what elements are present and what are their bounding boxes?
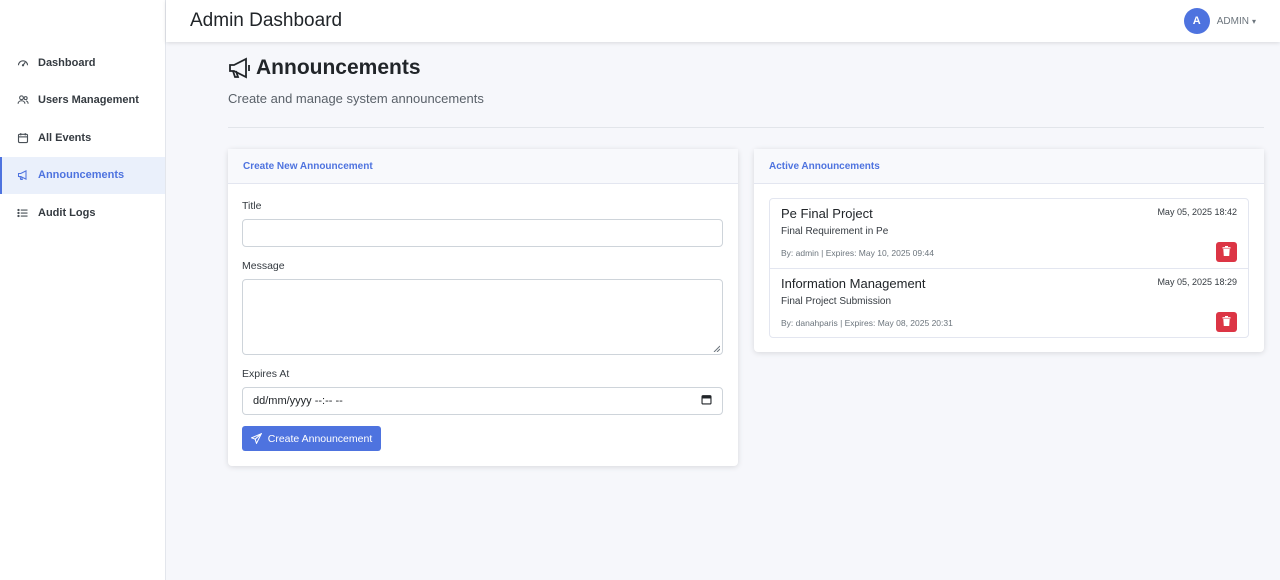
sidebar-item-label: Announcements [38, 169, 125, 182]
trash-icon [1222, 243, 1231, 261]
announcement-message: Final Project Submission [781, 296, 892, 307]
announcement-meta: By: admin | Expires: May 10, 2025 09:44 [781, 248, 934, 258]
topbar: Admin Dashboard A ADMIN ▾ [166, 0, 1280, 42]
calendar-icon [16, 131, 30, 145]
sidebar-item-announcements[interactable]: Announcements [0, 156, 165, 194]
resize-grip-icon[interactable] [713, 345, 720, 352]
announcement-date: May 05, 2025 18:42 [1157, 207, 1237, 217]
page-title-text: Announcements [256, 56, 421, 79]
delete-announcement-button[interactable] [1216, 242, 1237, 262]
create-announcement-button[interactable]: Create Announcement [242, 426, 381, 451]
users-icon [16, 93, 30, 107]
list-item: Information Management May 05, 2025 18:2… [770, 268, 1248, 337]
paper-plane-icon [250, 433, 262, 444]
megaphone-icon [228, 57, 252, 79]
message-textarea[interactable] [242, 279, 723, 355]
announcement-title: Information Management [781, 276, 926, 291]
sidebar-item-all-events[interactable]: All Events [0, 119, 165, 157]
title-label: Title [242, 200, 262, 212]
sidebar-item-dashboard[interactable]: Dashboard [0, 44, 165, 82]
create-announcement-card: Create New Announcement Title Message Ex… [228, 149, 738, 466]
sidebar-item-label: Dashboard [38, 56, 96, 69]
create-announcement-label: Create Announcement [267, 432, 373, 445]
active-announcements-card: Active Announcements Pe Final Project Ma… [754, 149, 1264, 352]
sidebar-item-users-management[interactable]: Users Management [0, 82, 165, 120]
sidebar: Dashboard Users Management All Events An… [0, 0, 166, 580]
list-item: Pe Final Project May 05, 2025 18:42 Fina… [770, 199, 1248, 268]
caret-down-icon: ▾ [1251, 16, 1256, 26]
divider [228, 127, 1264, 128]
announcement-message: Final Requirement in Pe [781, 226, 889, 237]
expires-label: Expires At [242, 368, 290, 380]
announcement-meta: By: danahparis | Expires: May 08, 2025 2… [781, 318, 953, 328]
app-title: Admin Dashboard [190, 10, 343, 31]
expires-datetime-input[interactable]: dd/mm/yyyy --:-- -- [242, 387, 723, 415]
sidebar-item-audit-logs[interactable]: Audit Logs [0, 194, 165, 232]
announcement-form: Title Message Expires At dd/mm/yyyy --:-… [228, 200, 738, 451]
announcement-title: Pe Final Project [781, 206, 873, 221]
gauge-icon [16, 56, 30, 70]
list-icon [16, 206, 30, 220]
page-subtitle: Create and manage system announcements [228, 91, 484, 106]
title-input[interactable] [242, 219, 723, 247]
message-label: Message [242, 260, 285, 272]
calendar-icon[interactable] [701, 394, 712, 408]
sidebar-nav: Dashboard Users Management All Events An… [0, 44, 165, 232]
expires-placeholder: dd/mm/yyyy --:-- -- [253, 395, 343, 407]
avatar: A [1183, 8, 1210, 34]
page-header: Announcements Create and manage system a… [228, 56, 1264, 106]
megaphone-icon [16, 168, 30, 182]
sidebar-item-label: Users Management [38, 94, 139, 107]
announcement-date: May 05, 2025 18:29 [1157, 277, 1237, 287]
sidebar-item-label: Audit Logs [38, 206, 96, 219]
page-title: Announcements [228, 56, 1264, 80]
trash-icon [1222, 313, 1231, 331]
card-header: Active Announcements [754, 149, 1264, 184]
announcement-list: Pe Final Project May 05, 2025 18:42 Fina… [769, 198, 1249, 338]
user-name: ADMIN [1216, 15, 1249, 27]
delete-announcement-button[interactable] [1216, 312, 1237, 332]
user-menu[interactable]: A ADMIN ▾ [1183, 8, 1256, 34]
sidebar-item-label: All Events [38, 131, 92, 144]
card-header: Create New Announcement [228, 149, 738, 184]
